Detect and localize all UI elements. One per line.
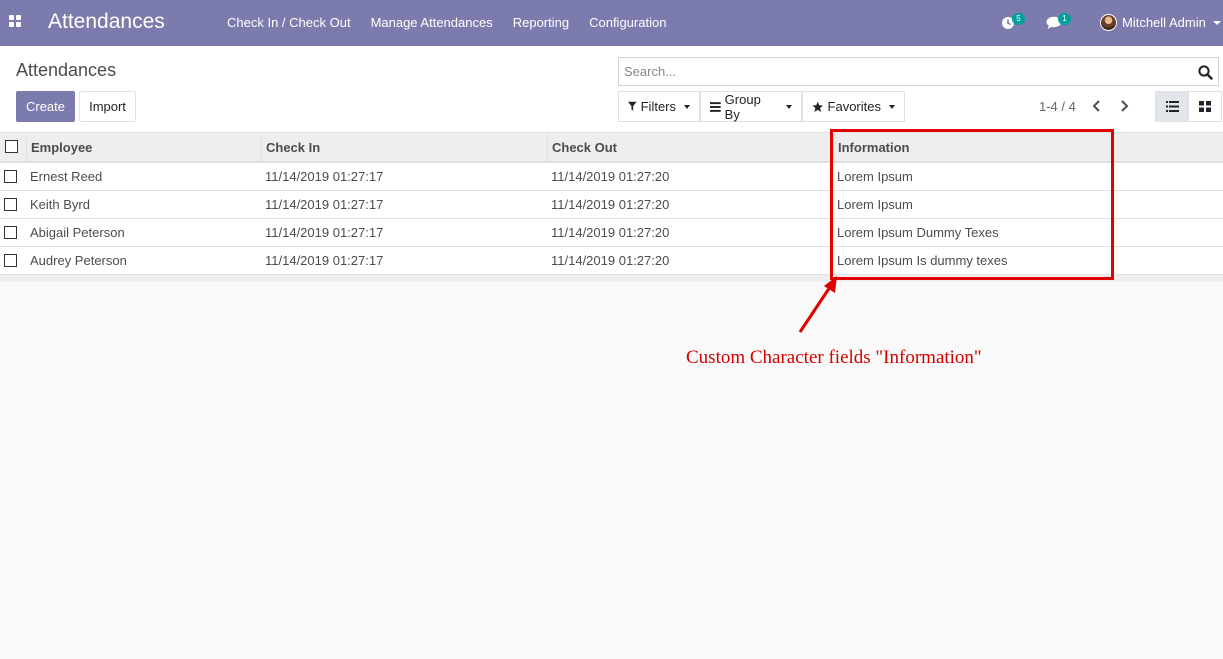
chevron-right-icon[interactable] <box>1117 99 1131 113</box>
cell-check-in: 11/14/2019 01:27:17 <box>265 169 384 184</box>
create-button[interactable]: Create <box>16 91 75 122</box>
filters-button[interactable]: Filters <box>618 91 700 122</box>
messages-count-badge: 1 <box>1058 13 1071 25</box>
user-menu[interactable]: Mitchell Admin <box>1100 14 1221 31</box>
menu-item-manage-attendances[interactable]: Manage Attendances <box>371 15 493 30</box>
cell-employee: Keith Byrd <box>30 197 90 212</box>
favorites-label: Favorites <box>827 99 881 114</box>
table-footer <box>0 275 1223 282</box>
menu-item-check-in-out[interactable]: Check In / Check Out <box>227 15 351 30</box>
cell-information: Lorem Ipsum <box>837 169 913 184</box>
main-menu: Check In / Check Out Manage Attendances … <box>227 15 686 30</box>
table-row[interactable]: Ernest Reed 11/14/2019 01:27:17 11/14/20… <box>0 163 1223 191</box>
search-icon[interactable] <box>1198 65 1213 80</box>
table-row[interactable]: Keith Byrd 11/14/2019 01:27:17 11/14/201… <box>0 191 1223 219</box>
avatar <box>1100 14 1117 31</box>
column-header-check-in[interactable]: Check In <box>261 133 548 161</box>
chevron-down-icon <box>684 104 690 109</box>
apps-menu-icon[interactable] <box>9 15 23 29</box>
cell-employee: Abigail Peterson <box>30 225 125 240</box>
cell-check-out: 11/14/2019 01:27:20 <box>551 253 670 268</box>
annotation-caption: Custom Character fields "Information" <box>686 347 982 368</box>
breadcrumb: Attendances <box>16 60 117 80</box>
bars-icon <box>710 101 721 112</box>
search-input[interactable] <box>619 58 1179 85</box>
list-view-button[interactable] <box>1155 91 1189 122</box>
cell-check-out: 11/14/2019 01:27:20 <box>551 197 670 212</box>
star-icon <box>812 101 824 112</box>
table-row[interactable]: Abigail Peterson 11/14/2019 01:27:17 11/… <box>0 219 1223 247</box>
group-by-button[interactable]: Group By <box>700 91 802 122</box>
user-name: Mitchell Admin <box>1122 15 1206 30</box>
chevron-down-icon <box>1212 20 1221 25</box>
kanban-view-button[interactable] <box>1188 91 1222 122</box>
cell-information: Lorem Ipsum <box>837 197 913 212</box>
table-row[interactable]: Audrey Peterson 11/14/2019 01:27:17 11/1… <box>0 247 1223 275</box>
control-panel: Attendances Create Import Filters Group … <box>0 46 1223 133</box>
group-by-label: Group By <box>724 91 761 122</box>
select-all-checkbox[interactable] <box>5 140 18 153</box>
app-title[interactable]: Attendances <box>48 10 165 34</box>
cell-check-in: 11/14/2019 01:27:17 <box>265 253 384 268</box>
attendance-list-table: Employee Check In Check Out Information … <box>0 133 1223 275</box>
column-header-employee[interactable]: Employee <box>26 133 262 161</box>
pager-value[interactable]: 1-4 / 4 <box>1039 99 1076 114</box>
filter-icon <box>628 101 637 111</box>
list-icon <box>1165 101 1179 112</box>
menu-item-reporting[interactable]: Reporting <box>513 15 569 30</box>
row-checkbox[interactable] <box>4 225 17 239</box>
cell-information: Lorem Ipsum Is dummy texes <box>837 253 1008 268</box>
column-header-information[interactable]: Information <box>833 133 1223 161</box>
cell-check-in: 11/14/2019 01:27:17 <box>265 225 384 240</box>
cell-check-out: 11/14/2019 01:27:20 <box>551 225 670 240</box>
favorites-button[interactable]: Favorites <box>802 91 905 122</box>
menu-item-configuration[interactable]: Configuration <box>589 15 666 30</box>
search-bar <box>618 57 1219 86</box>
cell-employee: Audrey Peterson <box>30 253 127 268</box>
table-header: Employee Check In Check Out Information <box>0 133 1223 163</box>
annotation-arrow-icon <box>798 276 837 333</box>
filters-label: Filters <box>640 99 676 114</box>
kanban-icon <box>1199 101 1211 112</box>
import-button[interactable]: Import <box>79 91 136 122</box>
row-checkbox[interactable] <box>4 253 17 267</box>
column-header-check-out[interactable]: Check Out <box>547 133 833 161</box>
chevron-left-icon[interactable] <box>1090 99 1104 113</box>
chevron-down-icon <box>889 104 895 109</box>
top-navbar: Attendances Check In / Check Out Manage … <box>0 0 1223 46</box>
cell-check-in: 11/14/2019 01:27:17 <box>265 197 384 212</box>
activity-count-badge: 5 <box>1012 13 1025 25</box>
row-checkbox[interactable] <box>4 197 17 211</box>
chevron-down-icon <box>786 104 792 109</box>
cell-information: Lorem Ipsum Dummy Texes <box>837 225 999 240</box>
cell-check-out: 11/14/2019 01:27:20 <box>551 169 670 184</box>
cell-employee: Ernest Reed <box>30 169 103 184</box>
row-checkbox[interactable] <box>4 169 17 183</box>
